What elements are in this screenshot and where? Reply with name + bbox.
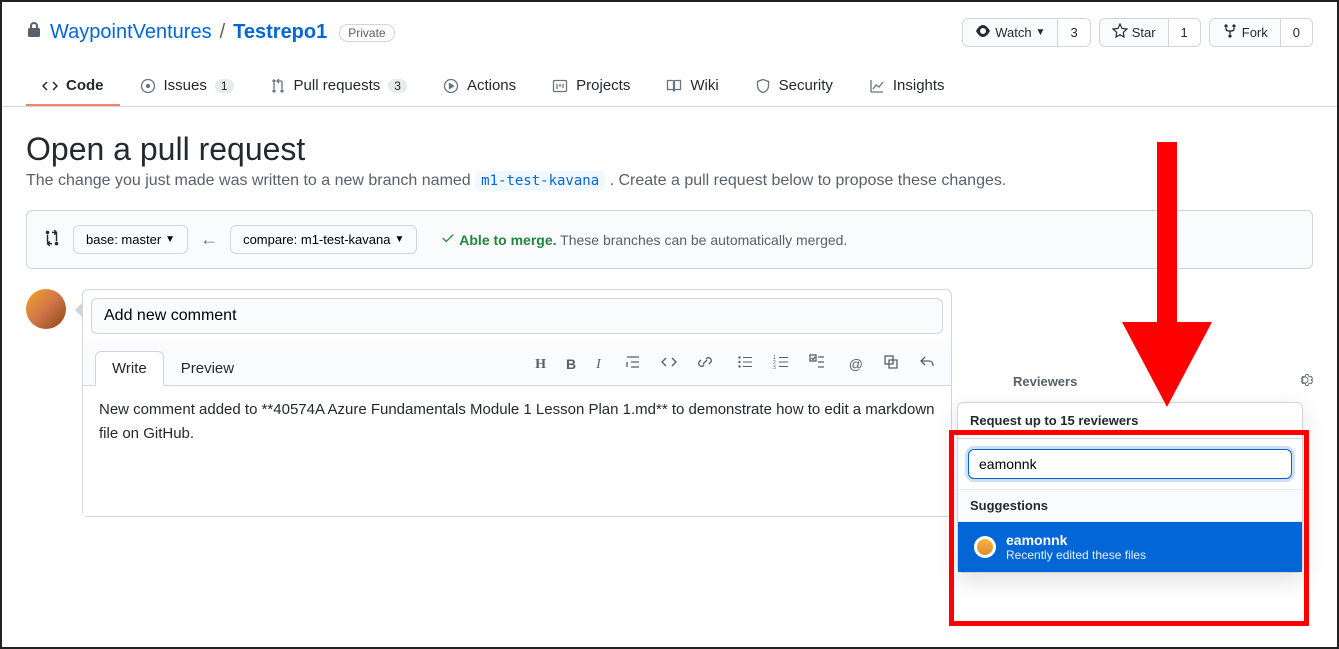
list-ul-icon[interactable] xyxy=(733,350,757,377)
tab-issues-label: Issues xyxy=(164,77,207,94)
play-icon xyxy=(443,78,459,94)
subtitle-post: . Create a pull request below to propose… xyxy=(610,172,1007,189)
watch-button[interactable]: Watch ▼ xyxy=(963,19,1057,46)
check-icon xyxy=(441,232,459,248)
comment-box: Write Preview H B I xyxy=(82,289,952,517)
repo-owner-link[interactable]: WaypointVentures xyxy=(50,21,212,44)
eye-icon xyxy=(975,23,991,42)
sidebar-reviewers[interactable]: Reviewers xyxy=(1013,362,1313,401)
bold-icon[interactable]: B xyxy=(562,352,580,376)
tab-pulls-label: Pull requests xyxy=(294,77,381,94)
star-button[interactable]: Star xyxy=(1100,19,1168,46)
pr-body-text[interactable]: New comment added to **40574A Azure Fund… xyxy=(83,386,951,516)
quote-icon[interactable] xyxy=(621,350,645,377)
issue-icon xyxy=(140,78,156,94)
compare-branch-button[interactable]: compare: m1-test-kavana ▼ xyxy=(230,225,417,254)
merge-status: Able to merge. These branches can be aut… xyxy=(441,231,847,248)
visibility-badge: Private xyxy=(339,24,394,42)
chevron-down-icon: ▼ xyxy=(165,234,175,245)
chevron-down-icon: ▼ xyxy=(394,234,404,245)
compare-branch-label: compare: m1-test-kavana xyxy=(243,232,390,247)
book-icon xyxy=(666,78,682,94)
star-label: Star xyxy=(1132,25,1156,40)
fork-icon xyxy=(1222,23,1238,42)
repo-path: WaypointVentures / Testrepo1 Private xyxy=(26,21,395,44)
markdown-toolbar: H B I 123 @ xyxy=(531,350,943,377)
page-title: Open a pull request xyxy=(26,131,1313,168)
fork-count[interactable]: 0 xyxy=(1280,19,1312,46)
svg-text:3: 3 xyxy=(773,365,776,370)
fork-label: Fork xyxy=(1242,25,1268,40)
tab-code[interactable]: Code xyxy=(26,67,120,106)
popup-header: Request up to 15 reviewers xyxy=(958,403,1302,439)
tab-insights[interactable]: Insights xyxy=(853,67,961,106)
compare-bar: base: master ▼ ← compare: m1-test-kavana… xyxy=(26,210,1313,269)
repo-name-link[interactable]: Testrepo1 xyxy=(233,21,327,44)
italic-icon[interactable]: I xyxy=(592,351,605,377)
tab-projects[interactable]: Projects xyxy=(536,67,646,106)
base-branch-label: base: master xyxy=(86,232,161,247)
base-branch-button[interactable]: base: master ▼ xyxy=(73,225,188,254)
reviewers-popup: Request up to 15 reviewers Suggestions e… xyxy=(957,402,1303,573)
subtitle-pre: The change you just made was written to … xyxy=(26,172,475,189)
watch-count[interactable]: 3 xyxy=(1057,19,1089,46)
pulls-count: 3 xyxy=(388,79,407,93)
tab-security[interactable]: Security xyxy=(739,67,849,106)
repo-nav: Code Issues 1 Pull requests 3 Actions Pr… xyxy=(2,67,1337,107)
gear-icon[interactable] xyxy=(1297,372,1313,391)
watch-label: Watch xyxy=(995,25,1031,40)
graph-icon xyxy=(869,78,885,94)
heading-icon[interactable]: H xyxy=(531,351,550,377)
chevron-down-icon: ▼ xyxy=(1036,27,1046,38)
list-ol-icon[interactable]: 123 xyxy=(769,350,793,377)
tab-issues[interactable]: Issues 1 xyxy=(124,67,250,106)
preview-tab[interactable]: Preview xyxy=(164,351,251,386)
tab-wiki-label: Wiki xyxy=(690,77,718,94)
write-tab[interactable]: Write xyxy=(95,351,164,386)
fork-button[interactable]: Fork xyxy=(1210,19,1280,46)
git-compare-icon xyxy=(43,229,61,250)
reviewers-label: Reviewers xyxy=(1013,374,1077,389)
tab-insights-label: Insights xyxy=(893,77,945,94)
suggestion-name: eamonnk xyxy=(1006,532,1146,548)
code-icon xyxy=(42,78,58,94)
suggestion-subtext: Recently edited these files xyxy=(1006,548,1146,562)
link-icon[interactable] xyxy=(693,350,717,377)
code-icon[interactable] xyxy=(657,350,681,377)
pr-title-input[interactable] xyxy=(91,298,943,334)
shield-icon xyxy=(755,78,771,94)
issues-count: 1 xyxy=(215,79,234,93)
branch-name-badge: m1-test-kavana xyxy=(475,171,605,191)
tasklist-icon[interactable] xyxy=(805,350,829,377)
tab-security-label: Security xyxy=(779,77,833,94)
git-pull-icon xyxy=(270,78,286,94)
star-icon xyxy=(1112,23,1128,42)
suggestions-header: Suggestions xyxy=(958,489,1302,522)
tab-code-label: Code xyxy=(66,77,104,94)
user-avatar[interactable] xyxy=(26,289,66,329)
tab-actions-label: Actions xyxy=(467,77,516,94)
reviewer-search-input[interactable] xyxy=(968,449,1292,479)
suggestion-eamonnk[interactable]: eamonnk Recently edited these files xyxy=(958,522,1302,572)
page-subtitle: The change you just made was written to … xyxy=(26,172,1313,190)
lock-icon xyxy=(26,21,42,44)
merge-status-label: Able to merge. xyxy=(459,232,556,248)
tab-actions[interactable]: Actions xyxy=(427,67,532,106)
suggestion-avatar xyxy=(974,536,996,558)
mention-icon[interactable]: @ xyxy=(845,352,867,376)
tab-pulls[interactable]: Pull requests 3 xyxy=(254,67,423,106)
reference-icon[interactable] xyxy=(879,350,903,377)
merge-detail-text: These branches can be automatically merg… xyxy=(560,232,847,248)
reply-icon[interactable] xyxy=(915,350,939,377)
arrow-left-icon: ← xyxy=(200,229,218,250)
tab-projects-label: Projects xyxy=(576,77,630,94)
tab-wiki[interactable]: Wiki xyxy=(650,67,734,106)
project-icon xyxy=(552,78,568,94)
path-separator: / xyxy=(220,21,226,44)
star-count[interactable]: 1 xyxy=(1168,19,1200,46)
